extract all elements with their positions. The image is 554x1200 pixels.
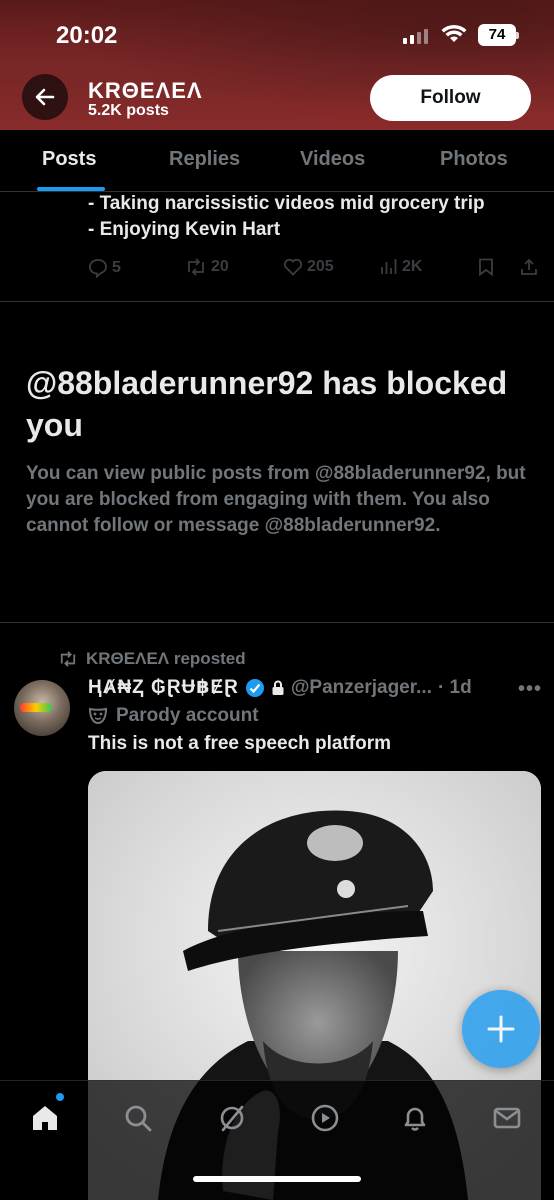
- repost-context: KRΘEɅEɅ reposted: [58, 649, 246, 669]
- reposted-by-label[interactable]: KRΘEɅEɅ reposted: [86, 649, 246, 669]
- follow-button[interactable]: Follow: [370, 75, 531, 121]
- bottom-navigation: [0, 1080, 554, 1200]
- compose-post-button[interactable]: [462, 990, 540, 1068]
- avatar-glasses: [20, 703, 52, 712]
- bookmark-button[interactable]: [478, 258, 494, 276]
- tweet-header: ⱧȺ₦Ⱬ ₲ⱤɄ฿ɆⱤ @Panzerjager... · 1d: [88, 676, 472, 699]
- status-bar: 20:02 74: [0, 0, 554, 72]
- nav-home[interactable]: [28, 1101, 62, 1135]
- nav-search[interactable]: [121, 1101, 155, 1135]
- divider: [0, 301, 554, 302]
- tab-videos[interactable]: Videos: [300, 148, 365, 171]
- tab-posts[interactable]: Posts: [42, 148, 96, 171]
- like-button[interactable]: 205: [283, 258, 334, 276]
- cellular-signal-icon: [403, 28, 428, 44]
- like-count: 205: [307, 258, 334, 275]
- active-tab-indicator: [37, 187, 105, 191]
- nav-messages[interactable]: [490, 1101, 524, 1135]
- tab-replies[interactable]: Replies: [169, 148, 240, 171]
- divider: [0, 622, 554, 623]
- avatar[interactable]: [14, 680, 70, 736]
- post-text-line: - Enjoying Kevin Hart: [88, 219, 281, 240]
- heart-icon: [283, 258, 303, 276]
- reply-button[interactable]: 5: [88, 258, 121, 278]
- wifi-icon: [441, 24, 467, 49]
- search-icon: [125, 1105, 152, 1132]
- repost-button[interactable]: 20: [185, 258, 229, 276]
- status-time: 20:02: [56, 22, 118, 49]
- author-name[interactable]: ⱧȺ₦Ⱬ ₲ⱤɄ฿ɆⱤ: [88, 676, 239, 699]
- envelope-icon: [493, 1107, 521, 1129]
- tweet-text: This is not a free speech platform: [88, 733, 392, 754]
- post-text-line: - Taking narcissistic videos mid grocery…: [88, 193, 485, 214]
- repost-icon: [188, 258, 204, 276]
- post-actions: 5 20 205 2K: [88, 258, 538, 280]
- back-button[interactable]: [22, 74, 68, 120]
- blocked-title: @88bladerunner92 has blocked you: [26, 365, 508, 443]
- parody-label-text: Parody account: [116, 705, 259, 726]
- more-options-icon[interactable]: •••: [518, 678, 542, 701]
- share-icon: [521, 258, 537, 275]
- play-icon: [311, 1104, 339, 1132]
- author-handle[interactable]: @Panzerjager...: [291, 677, 432, 699]
- views-chart-icon: [381, 259, 397, 274]
- reply-count: 5: [112, 259, 121, 276]
- post-time: · 1d: [437, 676, 472, 698]
- arrow-left-icon: [35, 88, 55, 106]
- views-button[interactable]: 2K: [380, 258, 422, 276]
- parody-label: Parody account: [88, 705, 259, 727]
- nav-grok[interactable]: [215, 1101, 249, 1135]
- home-indicator: [193, 1176, 361, 1182]
- nav-videos[interactable]: [308, 1101, 342, 1135]
- verified-badge-icon: [245, 678, 264, 697]
- profile-name: KRΘEɅEɅ: [88, 78, 203, 103]
- nav-notifications[interactable]: [398, 1101, 432, 1135]
- blocked-description: You can view public posts from @88blader…: [26, 463, 526, 536]
- view-count: 2K: [402, 258, 423, 275]
- post-count: 5.2K posts: [88, 102, 169, 119]
- repost-count: 20: [211, 258, 229, 275]
- profile-header: 20:02 74 KRΘEɅEɅ 5.2K posts Follow: [0, 0, 554, 130]
- battery-icon: 74: [478, 24, 519, 46]
- home-notification-dot: [56, 1093, 64, 1101]
- battery-level: 74: [488, 26, 506, 43]
- grok-icon: [220, 1105, 244, 1132]
- lock-icon: [272, 680, 284, 695]
- plus-icon: [487, 1015, 515, 1043]
- parody-mask-icon: [88, 707, 108, 725]
- profile-tabs: Posts Replies Videos Photos: [0, 130, 554, 192]
- reply-icon: [89, 259, 107, 278]
- bell-icon: [404, 1107, 426, 1131]
- bookmark-icon: [479, 258, 493, 276]
- repost-icon: [60, 651, 76, 667]
- home-icon: [33, 1106, 57, 1130]
- tab-photos[interactable]: Photos: [440, 148, 508, 171]
- share-button[interactable]: [520, 258, 538, 276]
